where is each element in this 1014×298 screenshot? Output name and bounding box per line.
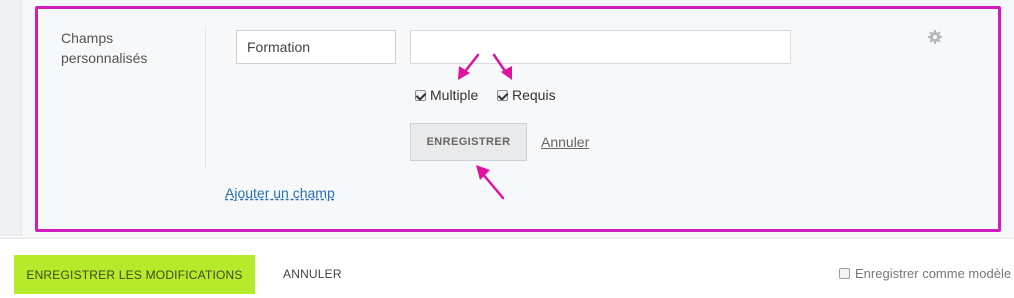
cancel-button[interactable]: ANNULER <box>283 267 342 281</box>
divider <box>205 26 206 168</box>
section-label: Champs personnalisés <box>61 30 148 66</box>
save-as-template-label: Enregistrer comme modèle <box>855 266 1012 281</box>
multiple-checkbox[interactable] <box>415 89 426 101</box>
multiple-label: Multiple <box>430 87 479 103</box>
required-label: Requis <box>512 87 556 103</box>
left-strip <box>0 0 22 236</box>
cancel-field-link[interactable]: Annuler <box>541 134 589 150</box>
add-field-link[interactable]: Ajouter un champ <box>225 185 335 201</box>
required-option[interactable]: Requis <box>497 87 556 103</box>
field-value-input[interactable] <box>410 30 791 64</box>
custom-fields-editor: Champs personnalisés Multiple Requis ENR… <box>0 0 1014 298</box>
save-as-template-option[interactable]: Enregistrer comme modèle <box>839 266 1011 281</box>
save-field-button[interactable]: ENREGISTRER <box>410 123 527 161</box>
save-changes-button[interactable]: ENREGISTRER LES MODIFICATIONS <box>14 255 255 294</box>
required-checkbox[interactable] <box>497 89 508 101</box>
multiple-option[interactable]: Multiple <box>415 87 478 103</box>
save-as-template-checkbox[interactable] <box>839 268 850 279</box>
field-name-input[interactable] <box>236 30 396 64</box>
gear-icon[interactable] <box>927 29 943 45</box>
